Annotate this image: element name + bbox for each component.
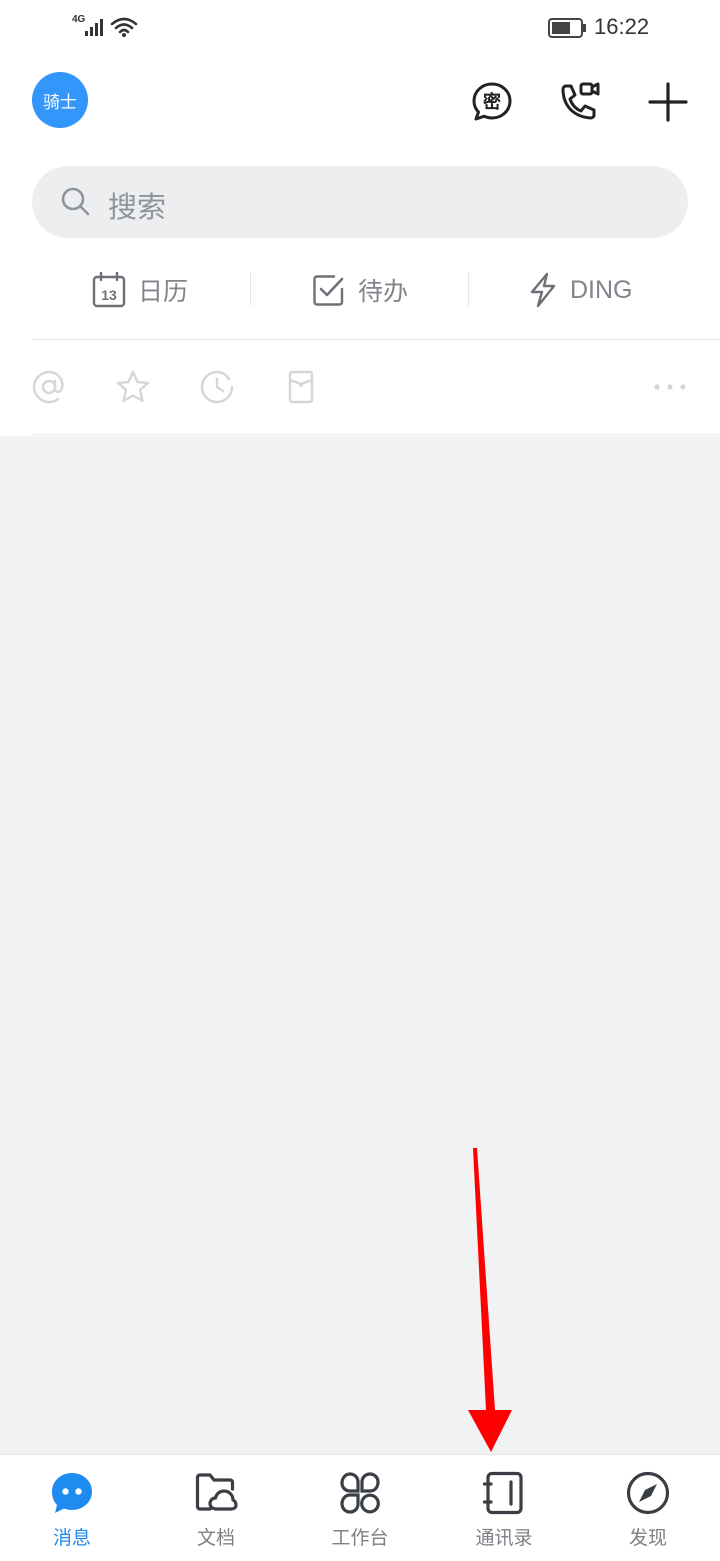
quick-todo[interactable]: 待办 (312, 270, 408, 310)
todo-check-icon (313, 275, 344, 306)
secret-chat-icon: 密 (472, 82, 512, 121)
recent-clock-icon[interactable] (200, 370, 234, 404)
quick-calendar-label: 日历 (138, 277, 189, 306)
separator (32, 339, 720, 340)
video-call-icon (561, 82, 600, 120)
workbench-grid-icon (340, 1472, 380, 1514)
search-placeholder: 搜索 (108, 190, 167, 224)
tab-docs-label: 文档 (196, 1527, 235, 1549)
tab-contacts[interactable]: 通讯录 (432, 1455, 576, 1561)
tab-discover[interactable]: 发现 (576, 1455, 720, 1561)
tab-bar: 消息 文档 工作台 通讯录 发现 (0, 1454, 720, 1561)
secret-chat-button[interactable]: 密 (468, 78, 516, 126)
search-icon (61, 187, 90, 216)
more-icon[interactable] (652, 382, 688, 392)
add-icon (648, 82, 688, 122)
annotation-arrow (468, 1148, 512, 1452)
video-call-button[interactable] (554, 78, 602, 126)
divider (250, 272, 251, 306)
red-envelope-icon[interactable] (284, 370, 318, 404)
star-icon[interactable] (116, 370, 150, 404)
tab-messages[interactable]: 消息 (0, 1455, 144, 1561)
add-button[interactable] (644, 78, 692, 126)
secret-glyph: 密 (483, 91, 501, 113)
compass-icon (626, 1471, 670, 1515)
at-mention-icon[interactable] (32, 370, 66, 404)
battery-icon (548, 18, 586, 38)
quick-calendar[interactable]: 13 日历 (92, 270, 188, 310)
tab-messages-label: 消息 (52, 1527, 91, 1549)
status-time: 16:22 (594, 14, 650, 39)
divider (468, 272, 469, 306)
tab-discover-label: 发现 (628, 1527, 667, 1549)
calendar-icon: 13 (92, 272, 126, 308)
message-bubble-icon (52, 1473, 92, 1513)
lightning-icon (530, 272, 556, 308)
tab-workbench[interactable]: 工作台 (288, 1455, 432, 1561)
quick-ding-label: DING (570, 275, 633, 304)
status-bar: 4G 16:22 (0, 0, 720, 56)
contacts-book-icon (482, 1471, 523, 1515)
cloud-folder-icon (195, 1473, 238, 1511)
avatar-text: 骑士 (43, 92, 77, 113)
quick-todo-label: 待办 (358, 277, 409, 306)
avatar[interactable]: 骑士 (32, 72, 88, 128)
calendar-day: 13 (101, 287, 117, 303)
tab-workbench-label: 工作台 (331, 1527, 389, 1549)
tab-docs[interactable]: 文档 (144, 1455, 288, 1561)
signal-icon (85, 19, 103, 36)
message-list[interactable] (0, 436, 720, 1454)
separator (32, 434, 720, 435)
tab-contacts-label: 通讯录 (475, 1527, 533, 1549)
wifi-icon (110, 17, 138, 37)
quick-ding[interactable]: DING (528, 270, 633, 310)
